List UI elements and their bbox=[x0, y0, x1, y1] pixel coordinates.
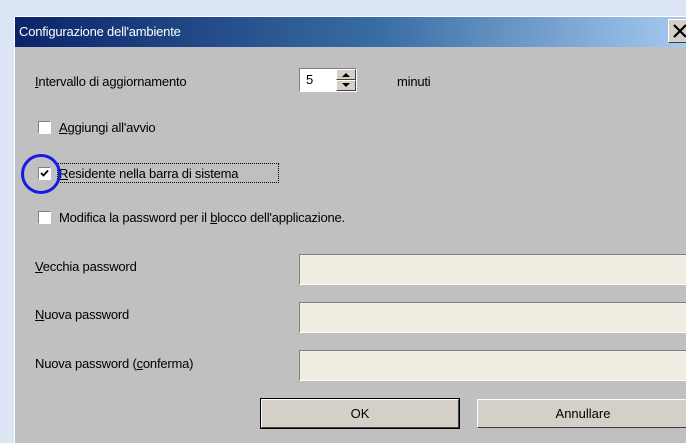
cancel-button[interactable]: Annullare bbox=[477, 399, 686, 428]
startup-checkbox[interactable] bbox=[38, 121, 51, 134]
spinner-up-button[interactable] bbox=[336, 69, 356, 80]
window-title: Configurazione dell'ambiente bbox=[19, 24, 181, 39]
update-interval-value[interactable]: 5 bbox=[306, 72, 313, 87]
update-interval-label: Intervallo di aggiornamento bbox=[35, 74, 187, 89]
confirm-password-label: Nuova password (conferma) bbox=[35, 356, 194, 371]
old-password-label-accel: V bbox=[35, 259, 43, 274]
close-icon bbox=[673, 24, 686, 38]
spinner-down-button[interactable] bbox=[336, 80, 356, 91]
old-password-label-text: ecchia password bbox=[42, 259, 137, 274]
title-bar[interactable]: Configurazione dell'ambiente bbox=[15, 17, 686, 47]
settings-dialog: Configurazione dell'ambiente Intervallo … bbox=[14, 16, 686, 443]
close-button[interactable] bbox=[668, 19, 686, 43]
confirm-password-label-post: onferma) bbox=[142, 356, 194, 371]
new-password-label: Nuova password bbox=[35, 307, 129, 322]
highlight-circle bbox=[21, 154, 61, 194]
screen: Configurazione dell'ambiente Intervallo … bbox=[0, 0, 686, 443]
startup-label[interactable]: Aggiungi all'avvio bbox=[59, 120, 156, 135]
old-password-label: Vecchia password bbox=[35, 259, 137, 274]
ok-button[interactable]: OK bbox=[260, 398, 460, 429]
spinner-buttons bbox=[336, 69, 356, 91]
old-password-field[interactable] bbox=[299, 254, 686, 285]
change-password-label[interactable]: Modifica la password per il blocco dell'… bbox=[59, 210, 345, 225]
confirm-password-label-pre: Nuova password ( bbox=[35, 356, 137, 371]
update-interval-label-text: ntervallo di aggiornamento bbox=[38, 74, 187, 89]
system-tray-label-text: esidente nella barra di sistema bbox=[68, 166, 239, 181]
confirm-password-field[interactable] bbox=[299, 350, 686, 381]
update-interval-spinner[interactable]: 5 bbox=[299, 68, 357, 92]
new-password-label-text: uova password bbox=[44, 307, 130, 322]
new-password-field[interactable] bbox=[299, 302, 686, 333]
change-password-label-pre: Modifica la password per il bbox=[59, 210, 211, 225]
update-interval-unit: minuti bbox=[397, 74, 431, 89]
startup-label-text: ggiungi all'avvio bbox=[67, 120, 156, 135]
arrow-down-icon bbox=[342, 83, 350, 87]
change-password-checkbox[interactable] bbox=[38, 211, 51, 224]
arrow-up-icon bbox=[342, 73, 350, 77]
change-password-label-post: locco dell'applicazione. bbox=[217, 210, 345, 225]
system-tray-label[interactable]: Residente nella barra di sistema bbox=[59, 166, 239, 181]
new-password-label-accel: N bbox=[35, 307, 45, 322]
